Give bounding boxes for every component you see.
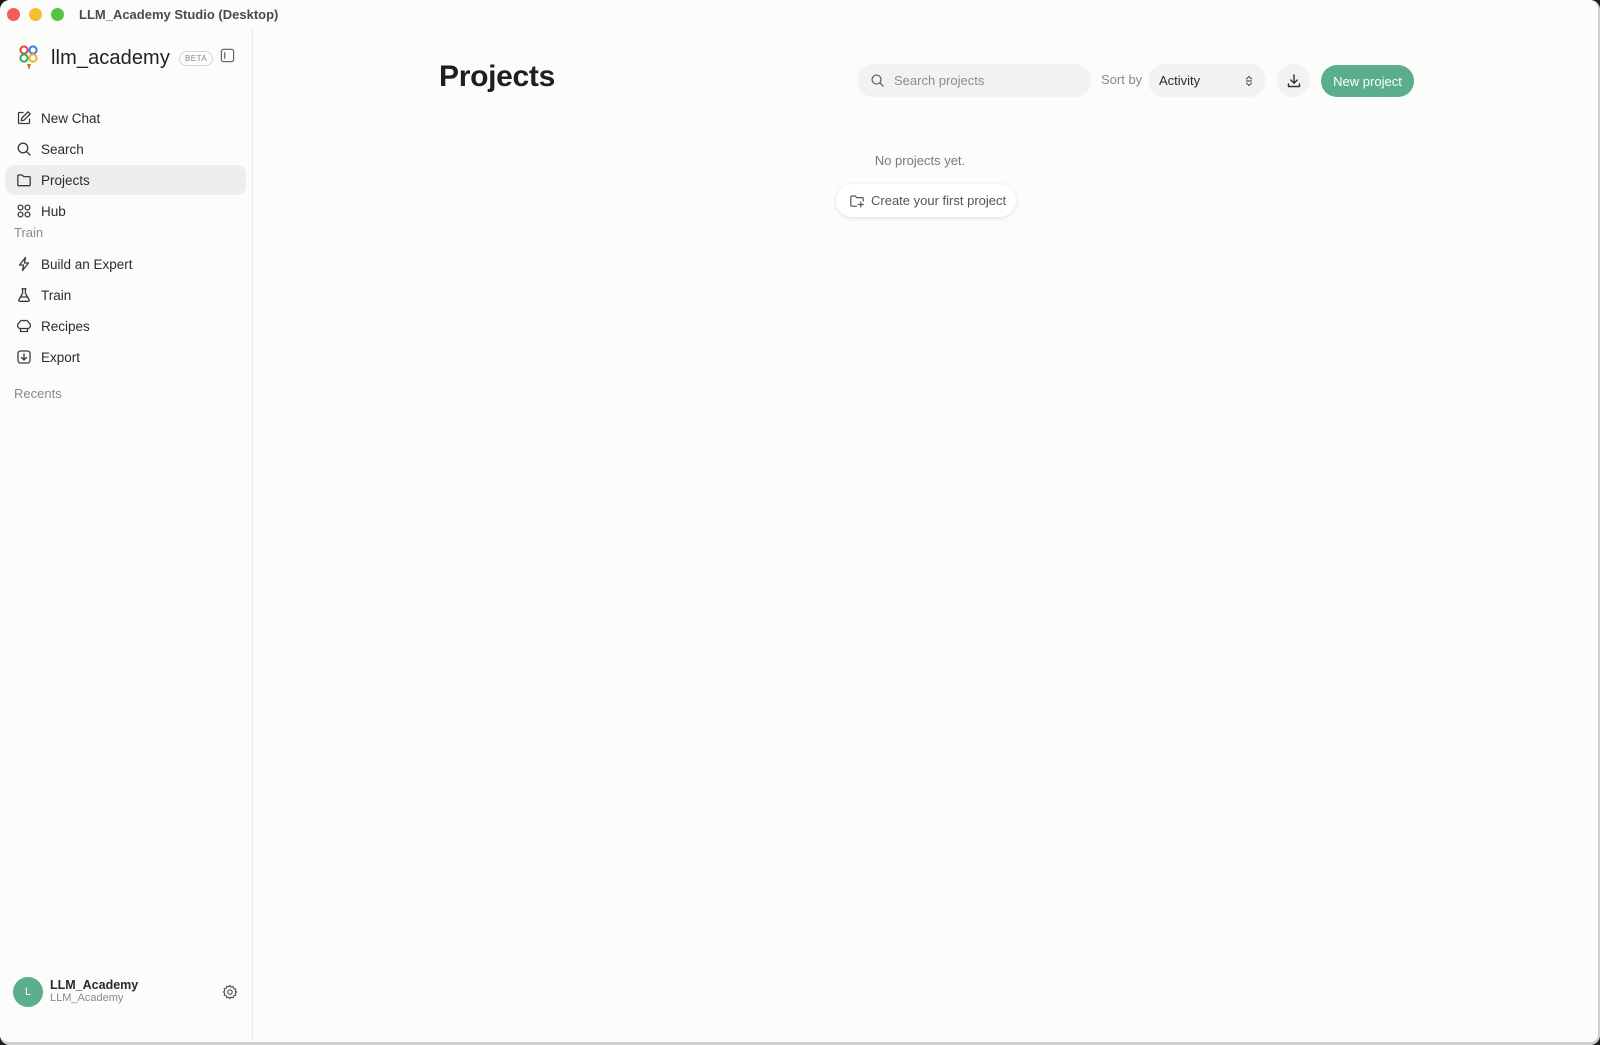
beta-badge: BETA (178, 50, 214, 66)
window-title: LLM_Academy Studio (Desktop) (79, 6, 279, 22)
minimize-window-button[interactable] (29, 7, 42, 21)
grid-icon (16, 203, 32, 219)
user-text: LLM_Academy LLM_Academy (50, 979, 138, 1005)
nav-item-export[interactable]: Export (5, 342, 246, 372)
brand-logo-icon (19, 45, 38, 70)
recents-section-label: Recents (14, 386, 62, 401)
folder-plus-icon (850, 194, 864, 208)
main-content: Projects Sort by Activity New project No… (254, 28, 1600, 1045)
nav-item-label: Train (41, 287, 72, 303)
nav-item-projects[interactable]: Projects (5, 165, 246, 195)
close-window-button[interactable] (7, 7, 20, 21)
nav-item-label: Build an Expert (41, 256, 133, 272)
download-button[interactable] (1277, 64, 1310, 97)
export-icon (16, 349, 32, 365)
user-profile[interactable]: L LLM_Academy LLM_Academy (13, 976, 243, 1008)
nav-item-label: Hub (41, 203, 66, 219)
search-icon (871, 74, 884, 87)
nav-item-search[interactable]: Search (5, 134, 246, 164)
page-title: Projects (439, 60, 555, 93)
main-nav: New Chat Search Projects Hub (5, 103, 246, 227)
nav-item-hub[interactable]: Hub (5, 196, 246, 226)
nav-item-label: New Chat (41, 110, 101, 126)
sidebar-toggle-icon[interactable] (220, 48, 235, 63)
sort-select[interactable]: Activity (1148, 64, 1266, 97)
flask-icon (16, 287, 32, 303)
train-section-label: Train (14, 225, 44, 240)
sort-value: Activity (1159, 73, 1201, 88)
create-first-project-label: Create your first project (871, 193, 1007, 208)
sidebar: llm_academy BETA New Chat Search Project… (0, 28, 253, 1045)
maximize-window-button[interactable] (51, 7, 64, 21)
nav-item-build-expert[interactable]: Build an Expert (5, 249, 246, 279)
nav-item-train[interactable]: Train (5, 280, 246, 310)
search-input[interactable] (894, 73, 1074, 88)
user-name: LLM_Academy (50, 978, 139, 992)
create-first-project-button[interactable]: Create your first project (836, 184, 1016, 217)
nav-item-label: Projects (41, 172, 90, 188)
brand-name: llm_academy (51, 46, 170, 69)
project-search[interactable] (857, 64, 1091, 97)
train-nav: Build an Expert Train Recipes Export (5, 249, 246, 373)
download-icon (1287, 73, 1300, 87)
nav-item-new-chat[interactable]: New Chat (5, 103, 246, 133)
app-window: LLM_Academy Studio (Desktop) llm_academy… (0, 0, 1600, 1045)
user-subtitle: LLM_Academy (50, 992, 124, 1004)
nav-item-label: Export (41, 349, 81, 365)
bolt-icon (16, 256, 32, 272)
new-project-button[interactable]: New project (1321, 65, 1414, 97)
title-bar: LLM_Academy Studio (Desktop) (0, 0, 1600, 28)
nav-item-label: Search (41, 141, 84, 157)
folder-icon (16, 172, 32, 188)
chef-hat-icon (16, 318, 32, 334)
chevron-up-down-icon (1245, 75, 1253, 87)
avatar[interactable]: L (13, 977, 43, 1007)
edit-icon (16, 110, 32, 126)
empty-state-message: No projects yet. (874, 153, 966, 168)
sort-label: Sort by (1101, 72, 1143, 87)
search-icon (16, 141, 32, 157)
brand: llm_academy BETA (18, 44, 214, 72)
nav-item-recipes[interactable]: Recipes (5, 311, 246, 341)
window-controls (7, 7, 64, 21)
nav-item-label: Recipes (41, 318, 90, 334)
gear-icon[interactable] (222, 984, 238, 1000)
